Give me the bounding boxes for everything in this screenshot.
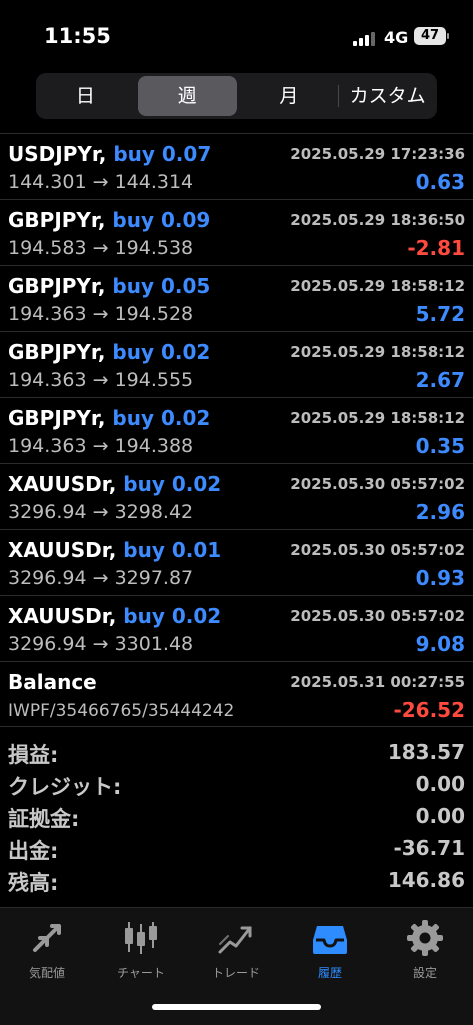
trade-symbol: XAUUSDr, xyxy=(8,604,117,628)
summary-label: クレジット: xyxy=(8,775,122,799)
summary-label: 出金: xyxy=(8,839,59,863)
trade-profit: 0.35 xyxy=(415,434,465,458)
settings-icon xyxy=(407,920,443,956)
tab-label: 設定 xyxy=(412,966,437,980)
summary-row-withdrawal: 出金: -36.71 xyxy=(0,833,473,865)
trade-profit: 0.63 xyxy=(415,170,465,194)
summary-value: 146.86 xyxy=(387,868,465,892)
trade-direction: buy 0.02 xyxy=(112,406,211,430)
tab-label: 履歴 xyxy=(317,966,342,980)
tab-history[interactable]: 履歴 xyxy=(285,918,375,981)
trade-prices: 3296.94 → 3298.42 xyxy=(8,501,194,523)
history-list: USDJPYr, buy 0.07 2025.05.29 17:23:36 14… xyxy=(0,133,473,727)
home-indicator xyxy=(152,1004,321,1010)
trade-icon xyxy=(218,926,252,954)
trade-direction: buy 0.02 xyxy=(112,340,211,364)
balance-comment: IWPF/35466765/35444242 xyxy=(8,701,235,721)
tab-quotes[interactable]: 気配値 xyxy=(2,918,92,981)
trade-row[interactable]: GBPJPYr, buy 0.02 2025.05.29 18:58:12 19… xyxy=(0,397,473,463)
trade-direction: buy 0.07 xyxy=(113,142,212,166)
trade-symbol: GBPJPYr, xyxy=(8,340,106,364)
trade-direction: buy 0.01 xyxy=(123,538,222,562)
trade-row[interactable]: GBPJPYr, buy 0.09 2025.05.29 18:36:50 19… xyxy=(0,199,473,265)
trade-profit: 0.93 xyxy=(415,566,465,590)
tab-settings[interactable]: 設定 xyxy=(380,918,470,981)
summary-value: 0.00 xyxy=(415,772,465,796)
trade-profit: 9.08 xyxy=(415,632,465,656)
trade-profit: 2.67 xyxy=(415,368,465,392)
trade-row[interactable]: GBPJPYr, buy 0.02 2025.05.29 18:58:12 19… xyxy=(0,331,473,397)
summary-value: 183.57 xyxy=(387,740,465,764)
trade-direction: buy 0.09 xyxy=(112,208,211,232)
trade-prices: 3296.94 → 3301.48 xyxy=(8,633,194,655)
trade-row[interactable]: USDJPYr, buy 0.07 2025.05.29 17:23:36 14… xyxy=(0,133,473,199)
tab-chart[interactable]: チャート xyxy=(96,918,186,981)
trade-symbol: GBPJPYr, xyxy=(8,274,106,298)
history-icon xyxy=(313,926,347,954)
trade-datetime: 2025.05.30 05:57:02 xyxy=(290,541,465,559)
trade-row[interactable]: GBPJPYr, buy 0.05 2025.05.29 18:58:12 19… xyxy=(0,265,473,331)
summary-row-profit: 損益: 183.57 xyxy=(0,737,473,769)
summary-row-balance: 残高: 146.86 xyxy=(0,865,473,897)
chart-icon xyxy=(125,922,157,954)
trade-row[interactable]: XAUUSDr, buy 0.01 2025.05.30 05:57:02 32… xyxy=(0,529,473,595)
network-label: 4G xyxy=(384,28,409,47)
balance-amount: -26.52 xyxy=(393,698,465,722)
tab-label: トレード xyxy=(211,966,260,980)
segment-month[interactable]: 月 xyxy=(240,73,339,119)
trade-symbol: GBPJPYr, xyxy=(8,208,106,232)
trade-datetime: 2025.05.30 05:57:02 xyxy=(290,607,465,625)
trade-row[interactable]: XAUUSDr, buy 0.02 2025.05.30 05:57:02 32… xyxy=(0,595,473,661)
trade-prices: 194.363 → 194.388 xyxy=(8,435,194,457)
trade-prices: 144.301 → 144.314 xyxy=(8,171,194,193)
trade-datetime: 2025.05.29 17:23:36 xyxy=(290,145,465,163)
segment-week[interactable]: 週 xyxy=(137,76,237,116)
summary-panel: 損益: 183.57 クレジット: 0.00 証拠金: 0.00 出金: -36… xyxy=(0,737,473,897)
status-bar: 11:55 4G 47 xyxy=(0,0,473,70)
trade-prices: 194.583 → 194.538 xyxy=(8,237,194,259)
tab-label: 気配値 xyxy=(28,966,65,980)
balance-label: Balance xyxy=(8,670,97,694)
trade-direction: buy 0.05 xyxy=(112,274,211,298)
trade-prices: 194.363 → 194.555 xyxy=(8,369,194,391)
quotes-icon xyxy=(33,924,61,952)
tab-trade[interactable]: トレード xyxy=(191,918,281,981)
battery-icon: 47 xyxy=(414,27,449,45)
trade-symbol: XAUUSDr, xyxy=(8,538,117,562)
tab-label: チャート xyxy=(117,966,165,980)
segment-custom[interactable]: カスタム xyxy=(338,73,437,119)
trade-profit: -2.81 xyxy=(407,236,465,260)
trade-prices: 3296.94 → 3297.87 xyxy=(8,567,194,589)
trade-direction: buy 0.02 xyxy=(123,604,222,628)
trade-symbol: USDJPYr, xyxy=(8,142,107,166)
summary-value: 0.00 xyxy=(415,804,465,828)
trade-symbol: GBPJPYr, xyxy=(8,406,106,430)
summary-value: -36.71 xyxy=(393,836,465,860)
summary-row-credit: クレジット: 0.00 xyxy=(0,769,473,801)
trade-datetime: 2025.05.29 18:58:12 xyxy=(290,343,465,361)
period-segmented-control: 日 週 月 カスタム xyxy=(36,73,437,119)
trade-prices: 194.363 → 194.528 xyxy=(8,303,194,325)
balance-row[interactable]: Balance 2025.05.31 00:27:55 IWPF/3546676… xyxy=(0,661,473,727)
summary-row-margin: 証拠金: 0.00 xyxy=(0,801,473,833)
summary-label: 証拠金: xyxy=(8,807,80,831)
balance-datetime: 2025.05.31 00:27:55 xyxy=(290,673,465,691)
summary-label: 損益: xyxy=(8,743,59,767)
trade-symbol: XAUUSDr, xyxy=(8,472,117,496)
signal-icon xyxy=(353,32,379,46)
trade-row[interactable]: XAUUSDr, buy 0.02 2025.05.30 05:57:02 32… xyxy=(0,463,473,529)
trade-datetime: 2025.05.29 18:58:12 xyxy=(290,277,465,295)
trade-datetime: 2025.05.29 18:58:12 xyxy=(290,409,465,427)
segment-day[interactable]: 日 xyxy=(36,73,135,119)
trade-datetime: 2025.05.29 18:36:50 xyxy=(290,211,465,229)
trade-datetime: 2025.05.30 05:57:02 xyxy=(290,475,465,493)
trade-profit: 2.96 xyxy=(415,500,465,524)
summary-label: 残高: xyxy=(8,871,59,895)
status-time: 11:55 xyxy=(44,24,111,48)
trade-direction: buy 0.02 xyxy=(123,472,222,496)
trade-profit: 5.72 xyxy=(415,302,465,326)
